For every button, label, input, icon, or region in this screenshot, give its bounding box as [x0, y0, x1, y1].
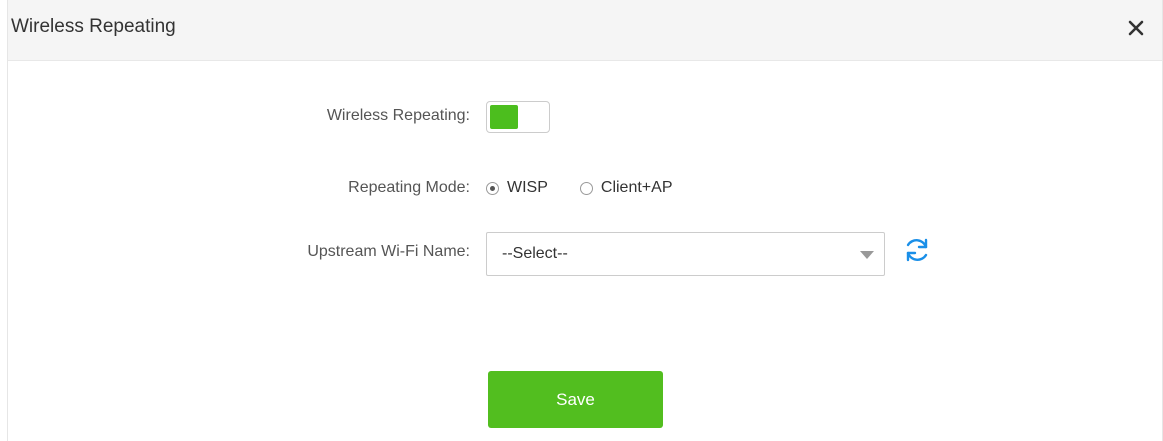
radio-wisp[interactable]: WISP: [486, 179, 548, 197]
dialog-title: Wireless Repeating: [11, 16, 176, 37]
dialog-header: Wireless Repeating: [8, 0, 1162, 61]
wireless-repeating-dialog: Wireless Repeating Wireless Repeating: R…: [7, 0, 1163, 441]
toggle-on-indicator: [490, 105, 518, 129]
wireless-repeating-label: Wireless Repeating:: [326, 107, 470, 124]
radio-wisp-label: WISP: [507, 179, 548, 196]
upstream-wifi-label: Upstream Wi-Fi Name:: [307, 243, 470, 260]
radio-client-ap-label: Client+AP: [600, 179, 673, 196]
repeating-mode-radio-group: WISP Client+AP: [486, 176, 672, 200]
save-button[interactable]: Save: [488, 371, 663, 428]
wireless-repeating-toggle[interactable]: [486, 101, 550, 133]
chevron-down-icon: [860, 251, 874, 259]
radio-client-ap[interactable]: Client+AP: [579, 179, 673, 197]
radio-wisp-dot[interactable]: [486, 181, 499, 195]
upstream-wifi-select[interactable]: --Select--: [486, 232, 885, 276]
radio-client-ap-dot[interactable]: [579, 181, 593, 195]
upstream-wifi-select-value: --Select--: [502, 245, 568, 262]
repeating-mode-label: Repeating Mode:: [348, 179, 470, 196]
refresh-icon[interactable]: [901, 234, 933, 266]
close-icon[interactable]: [1124, 16, 1148, 40]
